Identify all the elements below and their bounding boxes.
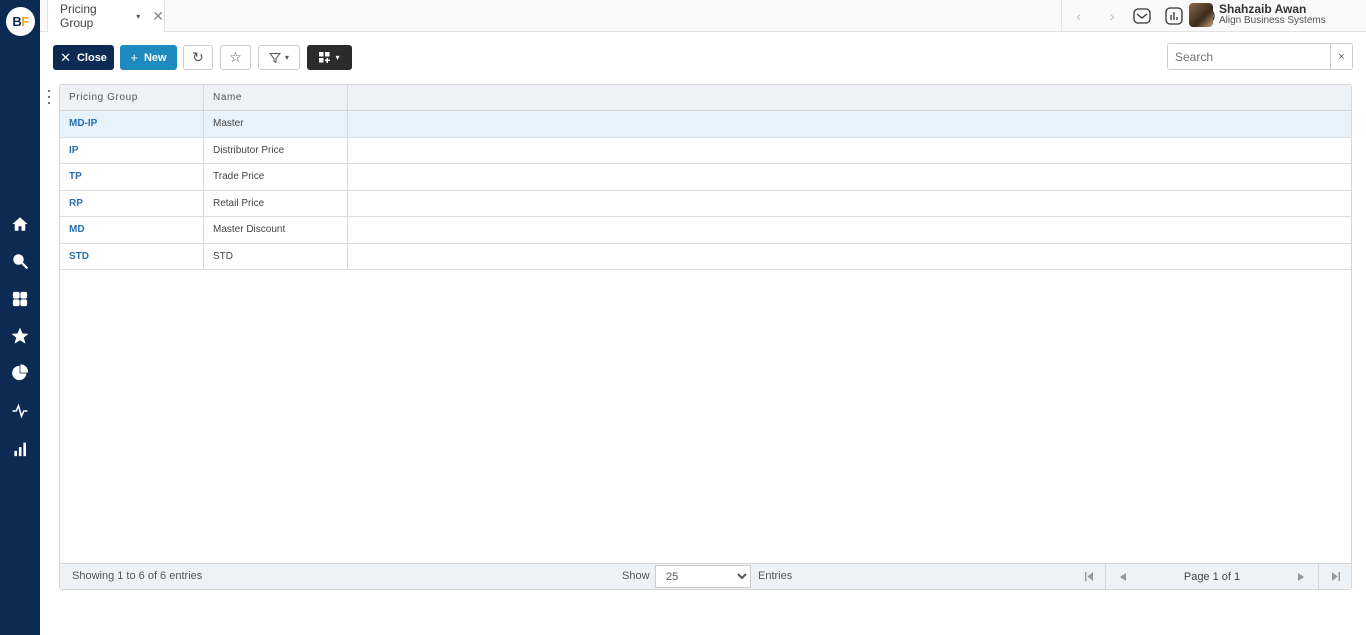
pricing-group-code[interactable]: STD [60,243,204,269]
row-filler [348,217,1351,243]
pagination: Page 1 of 1 [1072,564,1351,589]
sidebar-item-home[interactable] [10,214,30,234]
tab-pricing-group[interactable]: Pricing Group ▾ ✕ [47,0,165,32]
last-page-icon [1331,572,1340,581]
sidebar-item-favorites[interactable] [10,326,30,346]
pricing-group-name: Trade Price [204,164,348,190]
tab-navigation: ‹ › [1061,0,1129,32]
column-header-filler [348,85,1351,110]
column-header-pricing-group[interactable]: Pricing Group [60,85,204,110]
table-row[interactable]: MD-IP Master [60,111,1351,138]
caret-right-icon [1298,572,1304,581]
layout-button[interactable]: ▾ [307,45,352,70]
pricing-group-name: Master [204,111,348,137]
page-size-select[interactable]: 25 [655,565,751,588]
favorite-button[interactable]: ☆ [220,45,251,70]
sidebar-item-reports[interactable] [10,363,30,383]
star-icon [11,327,29,344]
chart-box-icon [1165,7,1183,25]
row-filler [348,111,1351,137]
pricing-group-name: STD [204,243,348,269]
chevron-down-icon[interactable]: ▾ [136,12,140,21]
user-organization: Align Business Systems [1219,15,1326,26]
filter-icon [268,52,281,63]
close-tab-icon[interactable]: ✕ [152,8,164,25]
dashboard-button[interactable] [1164,6,1184,26]
grid-footer: Showing 1 to 6 of 6 entries Show 25 Entr… [60,563,1351,589]
caret-left-icon [1120,572,1126,581]
sidebar: BF [0,0,40,635]
table-row[interactable]: IP Distributor Price [60,137,1351,164]
row-filler [348,191,1351,217]
chevron-left-icon[interactable]: ‹ [1076,8,1081,24]
first-page-button[interactable] [1072,564,1106,589]
grid-header: Pricing Group Name [60,85,1351,111]
table-row[interactable]: RP Retail Price [60,190,1351,217]
grid-icon [12,291,28,307]
pricing-group-name: Retail Price [204,190,348,216]
pricing-group-name: Master Discount [204,217,348,243]
app-logo[interactable]: BF [6,7,35,36]
chevron-down-icon: ▾ [284,53,289,62]
close-button[interactable]: ✕ Close [53,45,114,70]
pricing-group-name: Distributor Price [204,137,348,163]
pricing-group-code[interactable]: MD-IP [60,111,204,137]
star-outline-icon: ☆ [229,49,242,65]
messages-button[interactable] [1132,6,1152,26]
next-page-button[interactable] [1284,564,1318,589]
entries-label: Entries [758,570,793,582]
sidebar-item-activity[interactable] [10,401,30,421]
sidebar-item-apps[interactable] [10,289,30,309]
bar-chart-icon [14,442,26,457]
pricing-group-code[interactable]: RP [60,190,204,216]
filter-button[interactable]: ▾ [258,45,300,70]
page-info: Page 1 of 1 [1183,570,1241,583]
grid-body: MD-IP Master IP Distributor Price TP Trade Pr… [60,111,1351,270]
table-row[interactable]: TP Trade Price [60,164,1351,191]
table-row[interactable]: MD Master Discount [60,217,1351,244]
pricing-group-code[interactable]: TP [60,164,204,190]
avatar[interactable] [1189,3,1213,27]
pricing-group-code[interactable]: IP [60,137,204,163]
refresh-button[interactable]: ↻ [183,45,213,70]
column-header-name[interactable]: Name [204,85,348,110]
clear-search-button[interactable]: × [1330,44,1352,69]
plus-icon: + [130,50,138,65]
row-filler [348,138,1351,164]
pricing-group-code[interactable]: MD [60,217,204,243]
activity-icon [12,403,28,419]
refresh-icon: ↻ [192,49,204,65]
search-box: × [1167,43,1353,70]
previous-page-button[interactable] [1106,564,1140,589]
close-icon: ✕ [60,49,71,65]
pie-chart-icon [12,364,28,381]
entries-summary: Showing 1 to 6 of 6 entries [72,570,203,582]
data-grid: Pricing Group Name MD-IP Master IP Distribu… [59,84,1352,590]
row-filler [348,164,1351,190]
chevron-right-icon[interactable]: › [1110,8,1115,24]
search-icon [13,254,28,269]
new-button[interactable]: + New [120,45,177,70]
column-options-menu[interactable] [46,90,52,104]
tab-label: Pricing Group [60,2,97,30]
chevron-down-icon: ▾ [335,53,340,62]
show-label: Show [622,570,650,582]
user-name[interactable]: Shahzaib Awan [1219,2,1306,16]
mail-icon [1133,8,1151,24]
row-filler [348,244,1351,270]
table-row[interactable]: STD STD [60,243,1351,270]
search-input[interactable] [1168,44,1330,69]
home-icon [12,217,28,231]
sidebar-item-search[interactable] [10,251,30,271]
grid-add-icon [319,52,331,63]
sidebar-item-analytics[interactable] [10,439,30,459]
first-page-icon [1084,572,1093,581]
last-page-button[interactable] [1318,564,1351,589]
